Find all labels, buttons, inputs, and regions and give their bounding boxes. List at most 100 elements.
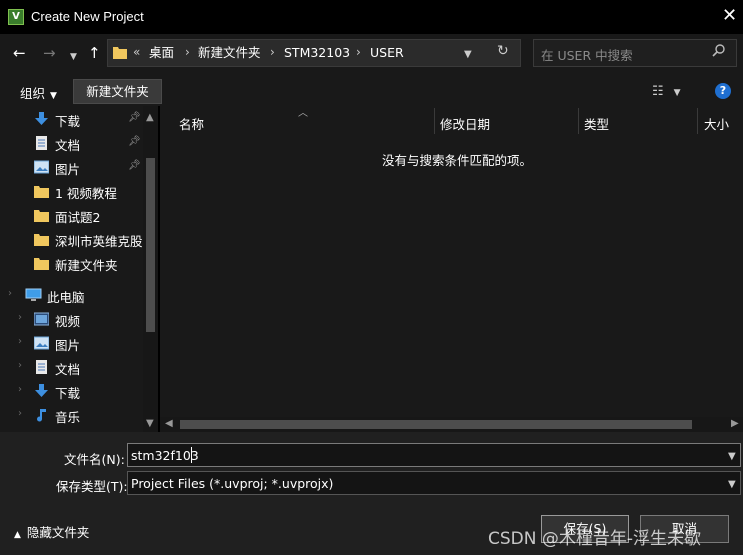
nav-item-new-folder[interactable]: 新建文件夹 bbox=[0, 252, 143, 276]
nav-item-label: 图片 bbox=[55, 162, 81, 177]
chevron-down-icon: ▼ bbox=[50, 91, 57, 101]
download-arrow-icon bbox=[35, 112, 48, 125]
computer-icon bbox=[25, 288, 42, 301]
nav-item-label: 此电脑 bbox=[47, 290, 85, 305]
video-icon bbox=[34, 312, 49, 326]
organize-label[interactable]: 组织 bbox=[20, 86, 45, 101]
breadcrumb-new-folder[interactable]: 新建文件夹 bbox=[198, 44, 261, 61]
nav-item-label: 音乐 bbox=[55, 410, 81, 425]
nav-item-label: 视频 bbox=[55, 314, 81, 329]
nav-item-downloads[interactable]: 下载 📌︎ bbox=[0, 108, 143, 132]
pin-icon: 📌︎ bbox=[128, 136, 141, 147]
horizontal-scrollbar-thumb[interactable] bbox=[180, 420, 692, 429]
document-icon bbox=[36, 360, 47, 374]
scroll-down-icon[interactable]: ▼ bbox=[146, 418, 154, 429]
chevron-right-icon[interactable]: › bbox=[8, 288, 12, 299]
filetype-value[interactable]: Project Files (*.uvproj; *.uvprojx) bbox=[131, 476, 333, 491]
refresh-icon[interactable]: ↻ bbox=[497, 43, 509, 60]
chevron-right-icon[interactable]: › bbox=[18, 336, 22, 347]
back-arrow-icon[interactable]: ← bbox=[13, 44, 26, 62]
nav-item-video-tutorial[interactable]: 1 视频教程 bbox=[0, 180, 143, 204]
up-arrow-icon[interactable]: ↑ bbox=[88, 44, 101, 62]
pin-icon: 📌︎ bbox=[128, 112, 141, 123]
nav-scrollbar-thumb[interactable] bbox=[146, 158, 155, 332]
new-folder-button[interactable]: 新建文件夹 bbox=[73, 79, 162, 104]
column-divider[interactable] bbox=[697, 108, 698, 134]
column-header-date-modified[interactable]: 修改日期 bbox=[440, 114, 490, 133]
window-title: Create New Project bbox=[31, 9, 144, 24]
nav-item-label: 下载 bbox=[55, 114, 81, 129]
filetype-dropdown-chevron-icon[interactable]: ▼ bbox=[728, 479, 736, 490]
organize-menu[interactable]: 组织 ▼ bbox=[20, 83, 57, 102]
nav-item-label: 深圳市英维克股份 bbox=[55, 234, 143, 249]
filename-label: 文件名(N): bbox=[64, 452, 125, 467]
filename-input[interactable]: stm32f103 bbox=[131, 448, 199, 463]
scroll-up-icon[interactable]: ▲ bbox=[146, 112, 154, 123]
text-cursor bbox=[191, 447, 192, 463]
filetype-label: 保存类型(T): bbox=[56, 479, 128, 494]
scroll-right-icon[interactable]: ▶ bbox=[731, 418, 739, 429]
breadcrumb-stm32103[interactable]: STM32103 bbox=[284, 44, 350, 61]
nav-item-label: 下载 bbox=[55, 386, 81, 401]
search-input[interactable]: 在 USER 中搜索 bbox=[541, 45, 633, 64]
recent-locations-chevron-icon[interactable]: ▼ bbox=[70, 48, 77, 66]
csdn-watermark: CSDN @木槿昔年-浮生未歇 bbox=[488, 529, 702, 549]
nav-item-pc-pictures[interactable]: › 图片 bbox=[0, 332, 143, 356]
nav-item-label: 图片 bbox=[55, 338, 81, 353]
document-icon bbox=[36, 136, 47, 150]
close-icon[interactable]: ✕ bbox=[722, 6, 737, 26]
chevron-right-icon[interactable]: › bbox=[18, 360, 22, 371]
empty-results-message: 没有与搜索条件匹配的项。 bbox=[382, 153, 533, 168]
breadcrumb-separator-icon[interactable]: › bbox=[356, 44, 361, 61]
hide-folders-toggle[interactable]: ▲ 隐藏文件夹 bbox=[14, 522, 89, 541]
nav-item-pc-documents[interactable]: › 文档 bbox=[0, 356, 143, 380]
search-icon[interactable] bbox=[712, 43, 726, 57]
nav-item-documents[interactable]: 文档 📌︎ bbox=[0, 132, 143, 156]
nav-item-pc-downloads[interactable]: › 下载 bbox=[0, 380, 143, 404]
folder-icon bbox=[34, 210, 49, 222]
pin-icon: 📌︎ bbox=[128, 160, 141, 171]
chevron-right-icon[interactable]: › bbox=[18, 408, 22, 419]
folder-icon bbox=[34, 258, 49, 270]
nav-item-label: 面试题2 bbox=[55, 210, 101, 225]
scroll-left-icon[interactable]: ◀ bbox=[165, 418, 173, 429]
picture-icon bbox=[34, 160, 49, 174]
folder-icon bbox=[34, 186, 49, 198]
nav-item-videos[interactable]: › 视频 bbox=[0, 308, 143, 332]
nav-item-this-pc[interactable]: › 此电脑 bbox=[0, 284, 143, 308]
keil-app-icon: V bbox=[8, 9, 24, 25]
nav-item-music[interactable]: › 音乐 bbox=[0, 404, 143, 428]
nav-item-company[interactable]: 深圳市英维克股份 bbox=[0, 228, 143, 252]
breadcrumb-overflow-icon[interactable]: « bbox=[133, 44, 140, 61]
column-header-name[interactable]: 名称 bbox=[179, 114, 204, 133]
filename-dropdown-chevron-icon[interactable]: ▼ bbox=[728, 451, 736, 462]
column-header-type[interactable]: 类型 bbox=[584, 114, 609, 133]
nav-item-interview[interactable]: 面试题2 bbox=[0, 204, 143, 228]
chevron-right-icon[interactable]: › bbox=[18, 384, 22, 395]
nav-item-label: 文档 bbox=[55, 362, 81, 377]
folder-icon bbox=[34, 234, 49, 246]
help-icon[interactable]: ? bbox=[715, 83, 731, 99]
column-divider[interactable] bbox=[578, 108, 579, 134]
nav-item-label: 文档 bbox=[55, 138, 81, 153]
breadcrumb-separator-icon[interactable]: › bbox=[270, 44, 275, 61]
view-options-button[interactable]: ☷ ▼ bbox=[652, 84, 681, 99]
address-dropdown-chevron-icon[interactable]: ▼ bbox=[464, 46, 472, 63]
details-view-icon: ☷ bbox=[652, 84, 664, 99]
hide-folders-label[interactable]: 隐藏文件夹 bbox=[27, 525, 90, 540]
breadcrumb-separator-icon[interactable]: › bbox=[185, 44, 190, 61]
column-header-size[interactable]: 大小 bbox=[704, 114, 729, 133]
nav-item-pictures[interactable]: 图片 📌︎ bbox=[0, 156, 143, 180]
music-note-icon bbox=[37, 409, 46, 422]
chevron-up-icon: ▲ bbox=[14, 530, 21, 540]
download-arrow-icon bbox=[35, 384, 48, 397]
chevron-right-icon[interactable]: › bbox=[18, 312, 22, 323]
folder-icon bbox=[113, 47, 127, 59]
column-divider[interactable] bbox=[434, 108, 435, 134]
filename-field[interactable] bbox=[127, 443, 741, 467]
breadcrumb-user[interactable]: USER bbox=[370, 44, 404, 61]
forward-arrow-icon[interactable]: → bbox=[43, 44, 56, 62]
nav-item-label: 新建文件夹 bbox=[55, 258, 118, 273]
breadcrumb-desktop[interactable]: 桌面 bbox=[149, 44, 174, 61]
sort-ascending-icon: ︿ bbox=[298, 108, 308, 119]
